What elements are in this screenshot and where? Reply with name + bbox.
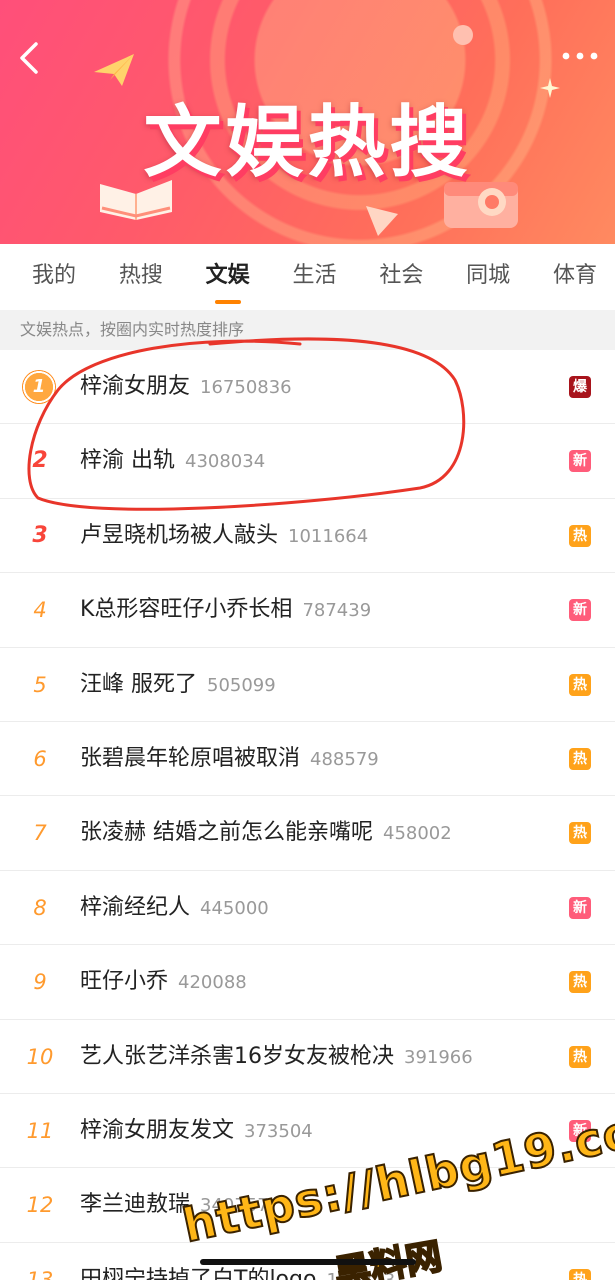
status-badge: 热 bbox=[569, 747, 591, 770]
topic-text: 梓渝女朋友发文 bbox=[80, 1117, 235, 1143]
tab-society[interactable]: 社会 bbox=[379, 244, 423, 310]
status-badge: 热 bbox=[569, 1268, 591, 1280]
list-item[interactable]: 3 卢昱晓机场被人敲头 1011664 热 bbox=[0, 499, 615, 574]
heat-count: 16750836 bbox=[200, 377, 292, 398]
status-badge: 热 bbox=[569, 971, 591, 994]
status-badge: 热 bbox=[569, 673, 591, 696]
rank-number: 11 bbox=[26, 1118, 54, 1143]
rank-number: 2 bbox=[32, 448, 48, 474]
more-dots-icon bbox=[562, 52, 598, 60]
list-item[interactable]: 6 张碧晨年轮原唱被取消 488579 热 bbox=[0, 722, 615, 797]
topic-text: 梓渝经纪人 bbox=[80, 894, 191, 920]
topic-text: K总形容旺仔小乔长相 bbox=[80, 597, 293, 623]
home-indicator bbox=[200, 1259, 416, 1265]
rank-number: 5 bbox=[33, 672, 47, 697]
topic-text: 梓渝女朋友 bbox=[80, 374, 191, 399]
heat-count: 373504 bbox=[244, 1120, 313, 1142]
rank-medal-icon: 1 bbox=[22, 370, 56, 404]
heat-count: 391966 bbox=[404, 1046, 473, 1068]
rank-number: 8 bbox=[33, 895, 47, 920]
list-item[interactable]: 10 艺人张艺洋杀害16岁女友被枪决 391966 热 bbox=[0, 1020, 615, 1094]
rank-number: 13 bbox=[26, 1267, 54, 1280]
topic-text: 李兰迪敖瑞 bbox=[80, 1192, 191, 1218]
topic-text: 艺人张艺洋杀害16岁女友被枪决 bbox=[80, 1043, 394, 1069]
more-options-button[interactable] bbox=[559, 44, 601, 68]
banner-title: 文娱热搜 bbox=[143, 98, 472, 188]
tab-hot-search[interactable]: 热搜 bbox=[119, 244, 163, 310]
heat-count: 787439 bbox=[302, 600, 372, 622]
tab-local[interactable]: 同城 bbox=[466, 244, 510, 310]
heat-count: 192343 bbox=[326, 1270, 395, 1280]
back-button[interactable] bbox=[14, 38, 50, 78]
planet-decoration bbox=[453, 25, 473, 45]
heat-count: 4308034 bbox=[185, 451, 266, 473]
info-strip: 文娱热点，按圈内实时热度排序 bbox=[0, 310, 615, 350]
topic-text: 旺仔小乔 bbox=[80, 969, 169, 995]
hot-search-list: 1 梓渝女朋友 16750836 爆 2 梓渝 出轨 4308034 新 3 卢昱晓… bbox=[0, 350, 615, 1280]
rank-number: 7 bbox=[33, 821, 47, 846]
list-item[interactable]: 4 K总形容旺仔小乔长相 787439 新 bbox=[0, 573, 615, 648]
tab-entertainment[interactable]: 文娱 bbox=[206, 244, 250, 310]
rank-number: 12 bbox=[26, 1193, 54, 1218]
list-item[interactable]: 7 张凌赫 结婚之前怎么能亲嘴呢 458002 热 bbox=[0, 796, 615, 871]
tab-mine[interactable]: 我的 bbox=[32, 244, 76, 310]
topic-text: 卢昱晓机场被人敲头 bbox=[80, 522, 279, 548]
list-item[interactable]: 12 李兰迪敖瑞 340757 bbox=[0, 1168, 615, 1243]
topic-text: 梓渝 出轨 bbox=[80, 448, 175, 474]
status-badge: 新 bbox=[569, 450, 591, 473]
status-badge: 爆 bbox=[569, 376, 591, 398]
status-badge: 新 bbox=[569, 599, 591, 622]
heat-count: 420088 bbox=[178, 972, 247, 994]
category-tabs: 我的 热搜 文娱 生活 社会 同城 体育 bbox=[0, 244, 615, 310]
list-item[interactable]: 8 梓渝经纪人 445000 新 bbox=[0, 871, 615, 946]
heat-count: 1011664 bbox=[288, 525, 369, 547]
heat-count: 445000 bbox=[200, 897, 269, 919]
list-item[interactable]: 11 梓渝女朋友发文 373504 新 bbox=[0, 1094, 615, 1169]
header-banner: 文娱热搜 bbox=[0, 0, 615, 244]
heat-count: 488579 bbox=[310, 748, 379, 770]
heat-count: 458002 bbox=[383, 823, 452, 845]
chevron-left-icon bbox=[20, 42, 38, 74]
rank-number: 10 bbox=[26, 1044, 54, 1069]
rank-number: 3 bbox=[32, 522, 48, 548]
status-badge: 热 bbox=[569, 524, 591, 547]
tab-sports[interactable]: 体育 bbox=[553, 244, 597, 310]
status-badge: 新 bbox=[569, 896, 591, 919]
topic-text: 汪峰 服死了 bbox=[80, 671, 197, 697]
list-item[interactable]: 2 梓渝 出轨 4308034 新 bbox=[0, 424, 615, 499]
cone-decoration bbox=[366, 206, 398, 236]
heat-count: 340757 bbox=[200, 1195, 269, 1217]
list-item[interactable]: 1 梓渝女朋友 16750836 爆 bbox=[0, 350, 615, 425]
topic-text: 田栩宁持掉了白T的logo bbox=[80, 1266, 317, 1280]
heat-count: 505099 bbox=[207, 674, 276, 696]
rank-number: 4 bbox=[33, 598, 47, 623]
topic-text: 张碧晨年轮原唱被取消 bbox=[80, 745, 301, 771]
list-item[interactable]: 5 汪峰 服死了 505099 热 bbox=[0, 648, 615, 722]
rank-number: 9 bbox=[33, 970, 47, 995]
list-item[interactable]: 9 旺仔小乔 420088 热 bbox=[0, 945, 615, 1020]
status-badge: 热 bbox=[569, 822, 591, 845]
tab-life[interactable]: 生活 bbox=[292, 244, 336, 310]
rank-number: 6 bbox=[33, 746, 47, 771]
status-badge: 新 bbox=[569, 1119, 591, 1142]
status-badge: 热 bbox=[569, 1045, 591, 1068]
topic-text: 张凌赫 结婚之前怎么能亲嘴呢 bbox=[80, 820, 373, 846]
